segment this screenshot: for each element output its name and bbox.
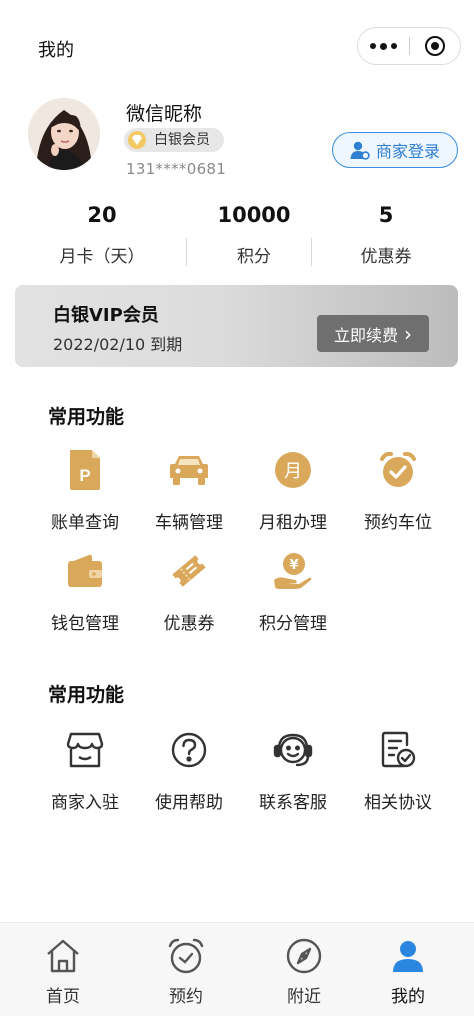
avatar[interactable] <box>28 98 100 170</box>
grid-item-label: 账单查询 <box>51 513 119 533</box>
store-icon <box>63 728 107 772</box>
tab-home[interactable]: 首页 <box>4 923 122 1016</box>
renew-label: 立即续费 <box>333 325 398 345</box>
grid-item-agreement[interactable]: 相关协议 <box>343 728 453 813</box>
page-title: 我的 <box>38 40 74 61</box>
stats-row: 20 月卡（天） 10000 积分 5 优惠券 <box>0 198 474 278</box>
vip-card: 白银VIP会员 2022/02/10 到期 立即续费 › <box>15 285 458 367</box>
grid-item-label: 相关协议 <box>364 793 432 813</box>
merchant-user-icon <box>350 141 370 160</box>
grid-item-bill[interactable]: P 账单查询 <box>30 448 140 533</box>
tab-label: 预约 <box>169 987 203 1007</box>
stat-value: 5 <box>378 203 394 227</box>
grid-item-reserve[interactable]: 预约车位 <box>343 448 453 533</box>
close-miniprogram-button[interactable] <box>409 27 460 65</box>
avatar-photo-icon <box>28 98 100 170</box>
merchant-login-button[interactable]: 商家登录 <box>332 132 458 168</box>
car-icon <box>167 448 211 492</box>
headset-icon <box>271 728 315 772</box>
nickname: 微信昵称 <box>126 103 203 125</box>
grid-item-label: 月租办理 <box>259 513 327 533</box>
grid-item-label: 积分管理 <box>259 614 327 634</box>
tab-bar: 首页 预约 附近 我的 <box>0 922 474 1016</box>
stat-label: 优惠券 <box>360 247 412 267</box>
stat-monthly-card[interactable]: 20 月卡（天） <box>22 198 182 267</box>
grid-item-points[interactable]: ¥ 积分管理 <box>238 549 348 634</box>
svg-text:¥: ¥ <box>289 558 298 573</box>
member-level-badge: 白银会员 <box>124 128 224 152</box>
title-bar: 我的 <box>0 0 474 95</box>
svg-text:月: 月 <box>284 461 302 482</box>
member-level-label: 白银会员 <box>154 132 210 148</box>
grid-item-label: 钱包管理 <box>51 614 119 634</box>
tab-mine[interactable]: 我的 <box>349 923 467 1016</box>
grid-item-customer-service[interactable]: 联系客服 <box>238 728 348 813</box>
renew-button[interactable]: 立即续费 › <box>317 315 429 352</box>
more-dot-icon <box>369 43 376 49</box>
stat-label: 月卡（天） <box>59 247 145 267</box>
diamond-icon <box>128 131 146 149</box>
tab-label: 附近 <box>287 987 321 1007</box>
more-options-button[interactable] <box>358 27 409 65</box>
compass-icon <box>284 936 324 976</box>
grid-item-label: 使用帮助 <box>155 793 223 813</box>
svg-text:P: P <box>79 466 90 485</box>
tab-label: 我的 <box>391 987 425 1007</box>
grid-item-label: 优惠券 <box>163 614 215 634</box>
section-title: 常用功能 <box>48 406 125 428</box>
more-dot-icon <box>390 43 397 49</box>
grid-item-merchant-join[interactable]: 商家入驻 <box>30 728 140 813</box>
grid-item-label: 车辆管理 <box>155 513 223 533</box>
more-dot-icon <box>379 42 387 50</box>
stat-value: 20 <box>87 203 117 227</box>
grid-item-vehicle[interactable]: 车辆管理 <box>134 448 244 533</box>
user-icon <box>388 936 428 976</box>
vip-title: 白银VIP会员 <box>53 305 159 326</box>
points-hand-icon: ¥ <box>271 549 315 593</box>
phone-number: 131****0681 <box>126 160 227 178</box>
grid-item-label: 商家入驻 <box>51 793 119 813</box>
section-title: 常用功能 <box>48 684 125 706</box>
grid-item-label: 预约车位 <box>364 513 432 533</box>
grid-item-label: 联系客服 <box>259 793 327 813</box>
grid-item-help[interactable]: 使用帮助 <box>134 728 244 813</box>
grid-item-wallet[interactable]: 钱包管理 <box>30 549 140 634</box>
grid-item-coupon[interactable]: 优惠券 <box>134 549 244 634</box>
tab-reserve[interactable]: 预约 <box>127 923 245 1016</box>
coupon-icon <box>167 549 211 593</box>
alarm-icon <box>166 936 206 976</box>
tab-nearby[interactable]: 附近 <box>245 923 363 1016</box>
home-icon <box>43 936 83 976</box>
help-icon <box>167 728 211 772</box>
chevron-right-icon: › <box>404 321 412 346</box>
merchant-login-label: 商家登录 <box>375 142 440 161</box>
target-icon <box>424 36 445 56</box>
wallet-icon <box>63 549 107 593</box>
month-icon: 月 <box>271 448 315 492</box>
agreement-icon <box>376 728 420 772</box>
tab-label: 首页 <box>46 987 80 1007</box>
stat-coupons[interactable]: 5 优惠券 <box>306 198 466 267</box>
vip-expire-date: 2022/02/10 到期 <box>53 335 183 354</box>
alarm-clock-icon <box>376 448 420 492</box>
mini-program-capsule <box>357 27 461 65</box>
grid-item-monthly-rent[interactable]: 月 月租办理 <box>238 448 348 533</box>
parking-bill-icon: P <box>63 448 107 492</box>
